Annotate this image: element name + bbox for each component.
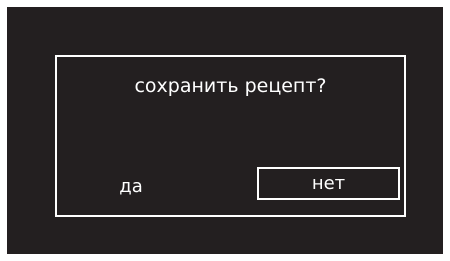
no-button[interactable]: нет bbox=[257, 167, 400, 200]
yes-button[interactable]: да bbox=[101, 169, 161, 201]
save-recipe-dialog: сохранить рецепт? да нет bbox=[55, 55, 406, 217]
device-screen: сохранить рецепт? да нет bbox=[7, 7, 443, 254]
dialog-question: сохранить рецепт? bbox=[134, 75, 327, 97]
